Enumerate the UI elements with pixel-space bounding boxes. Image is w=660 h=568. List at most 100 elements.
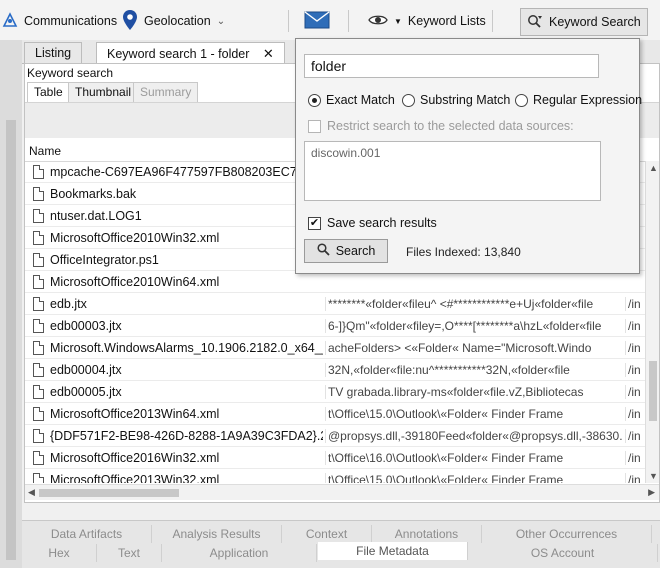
file-name: MicrosoftOffice2010Win64.xml <box>50 274 220 289</box>
vertical-scrollbar[interactable]: ▲ ▼ <box>645 161 659 483</box>
table-row[interactable]: Microsoft.WindowsAlarms_10.1906.2182.0_x… <box>25 337 645 359</box>
map-pin-icon <box>122 9 138 34</box>
tab-text[interactable]: Text <box>97 544 162 562</box>
left-rail-scroll[interactable] <box>6 120 16 560</box>
table-row[interactable]: edb00005.jtx TV grabada.library-ms«folder… <box>25 381 645 403</box>
left-rail <box>0 40 22 568</box>
file-location: /in <box>625 428 645 443</box>
file-icon <box>33 406 44 421</box>
subtab-table[interactable]: Table <box>27 82 70 102</box>
table-row[interactable]: MicrosoftOffice2013Win64.xml t\Office\15.… <box>25 403 645 425</box>
column-header-name[interactable]: Name <box>29 144 61 158</box>
search-button[interactable]: Search <box>304 239 388 263</box>
save-results-label: Save search results <box>327 216 437 230</box>
tab-context[interactable]: Context <box>282 525 372 543</box>
tab-label: Listing <box>35 46 72 60</box>
file-name: edb00004.jtx <box>50 362 122 377</box>
cell-name: MicrosoftOffice2013Win64.xml <box>33 406 323 421</box>
tab-file-metadata[interactable]: File Metadata <box>318 542 468 560</box>
restrict-checkbox <box>308 119 321 133</box>
table-row[interactable]: edb00004.jtx 32N,«folder«file:nu^********… <box>25 359 645 381</box>
keyword-preview: @propsys.dll,-39180Feed«folder«@propsys.… <box>325 428 623 443</box>
subtab-thumbnail[interactable]: Thumbnail <box>68 82 139 102</box>
keyword-lists-button[interactable]: ▼ Keyword Lists <box>368 8 486 34</box>
exact-match-option[interactable]: Exact Match <box>308 93 395 107</box>
file-name: ntuser.dat.LOG1 <box>50 208 142 223</box>
communications-button[interactable]: Communications <box>2 8 117 34</box>
file-location: /in <box>625 362 645 377</box>
file-name: OfficeIntegrator.ps1 <box>50 252 159 267</box>
keyword-lists-label: Keyword Lists <box>407 14 486 28</box>
restrict-label: Restrict search to the selected data sou… <box>327 119 574 133</box>
data-source-item[interactable]: discowin.001 <box>311 146 594 160</box>
regular-expression-label: Regular Expression <box>533 93 643 107</box>
geolocation-button[interactable]: Geolocation ⌄ <box>122 8 225 34</box>
data-sources-list[interactable]: discowin.001 <box>304 141 601 201</box>
file-name: Bookmarks.bak <box>50 186 137 201</box>
keyword-preview: ********«folder«fileu^ <#************e+U… <box>325 296 623 311</box>
panel-title: Keyword search <box>27 66 114 80</box>
vertical-scroll-thumb[interactable] <box>649 361 657 421</box>
table-row[interactable]: MicrosoftOffice2013Win32.xml t\Office\15.… <box>25 469 645 483</box>
restrict-data-sources-option: Restrict search to the selected data sou… <box>308 119 574 133</box>
exact-match-radio[interactable] <box>308 93 321 107</box>
substring-match-option[interactable]: Substring Match <box>402 93 510 107</box>
save-results-option[interactable]: ✔ Save search results <box>308 216 437 230</box>
table-row[interactable]: MicrosoftOffice2010Win64.xml <box>25 271 645 293</box>
tab-analysis-results[interactable]: Analysis Results <box>152 525 282 543</box>
eye-icon <box>368 13 388 30</box>
table-row[interactable]: {DDF571F2-BE98-426D-8288-1A9A39C3FDA2}.2… <box>25 425 645 447</box>
scroll-left-icon[interactable]: ◀ <box>28 487 35 498</box>
regular-expression-option[interactable]: Regular Expression <box>515 93 642 107</box>
search-icon <box>317 243 330 259</box>
file-icon <box>33 208 44 223</box>
file-name: edb00003.jtx <box>50 318 122 333</box>
envelope-icon <box>304 10 330 32</box>
tab-data-artifacts[interactable]: Data Artifacts <box>22 525 152 543</box>
regular-expression-radio[interactable] <box>515 93 528 107</box>
file-location: /in <box>625 318 645 333</box>
cell-name: edb.jtx <box>33 296 323 311</box>
cell-name: MicrosoftOffice2010Win64.xml <box>33 274 323 289</box>
cell-name: ntuser.dat.LOG1 <box>33 208 323 223</box>
tab-other-occurrences[interactable]: Other Occurrences <box>482 525 652 543</box>
scroll-right-icon[interactable]: ▶ <box>648 487 655 498</box>
tab-label: Keyword search 1 - folder <box>107 47 250 61</box>
keyword-search-popup: Exact Match Substring Match Regular Expr… <box>295 38 642 274</box>
tab-application[interactable]: Application <box>162 544 317 562</box>
table-row[interactable]: MicrosoftOffice2016Win32.xml t\Office\16.… <box>25 447 645 469</box>
scroll-up-icon[interactable]: ▲ <box>649 163 658 173</box>
tab-keyword-search[interactable]: Keyword search 1 - folder ✕ <box>96 42 285 65</box>
cell-name: MicrosoftOffice2013Win32.xml <box>33 472 323 483</box>
file-icon <box>33 340 44 355</box>
cell-name: MicrosoftOffice2010Win32.xml <box>33 230 323 245</box>
file-location: /in <box>625 450 645 465</box>
horizontal-scrollbar[interactable]: ◀ ▶ <box>25 484 659 500</box>
table-row[interactable]: edb00003.jtx 6-]}Qm"«folder«filey=,O****[… <box>25 315 645 337</box>
table-row[interactable]: edb.jtx ********«folder«fileu^ <#********… <box>25 293 645 315</box>
save-results-checkbox[interactable]: ✔ <box>308 216 321 230</box>
toolbar-divider <box>348 10 349 32</box>
file-icon <box>33 186 44 201</box>
keyword-preview: acheFolders> <«Folder« Name="Microsoft.W… <box>325 340 623 355</box>
substring-match-label: Substring Match <box>420 93 511 107</box>
geolocation-label: Geolocation <box>144 14 211 28</box>
magnifier-icon <box>527 14 543 31</box>
close-tab-icon[interactable]: ✕ <box>263 46 274 61</box>
file-location: /in <box>625 340 645 355</box>
substring-match-radio[interactable] <box>402 93 415 107</box>
tab-hex[interactable]: Hex <box>22 544 97 562</box>
file-name: mpcache-C697EA96F477597FB808203EC7C4E2 <box>50 164 323 179</box>
email-button[interactable] <box>304 8 330 34</box>
keyword-search-button[interactable]: Keyword Search <box>520 8 648 36</box>
horizontal-scroll-thumb[interactable] <box>39 489 179 497</box>
keyword-preview: 32N,«folder«file:nu^***********32N,«fold… <box>325 362 623 377</box>
tab-os-account[interactable]: OS Account <box>468 544 658 562</box>
keyword-input[interactable] <box>304 54 599 78</box>
keyword-preview: t\Office\15.0\Outlook\«Folder« Finder Fr… <box>325 406 623 421</box>
file-icon <box>33 230 44 245</box>
scroll-down-icon[interactable]: ▼ <box>649 471 658 481</box>
tab-listing[interactable]: Listing <box>24 42 83 64</box>
tab-annotations[interactable]: Annotations <box>372 525 482 543</box>
file-icon <box>33 384 44 399</box>
